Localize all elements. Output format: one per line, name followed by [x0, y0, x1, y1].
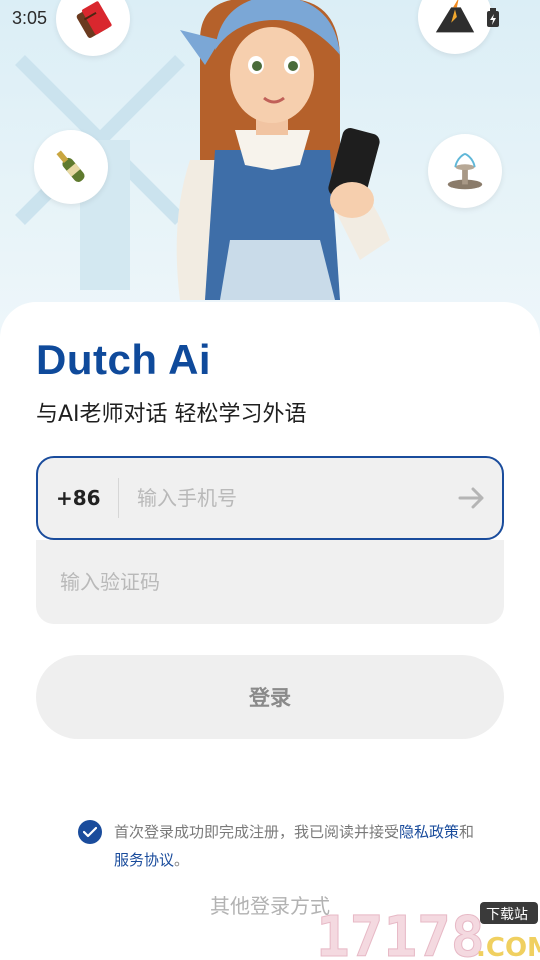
watermark-domain: .COM	[476, 933, 540, 960]
teacher-avatar-illustration	[176, 0, 390, 300]
service-agreement-link[interactable]: 服务协议	[114, 851, 174, 869]
arrow-right-icon	[458, 487, 484, 509]
volcano-icon	[418, 0, 492, 54]
watermark-number: 17178	[316, 905, 485, 960]
phone-field-group: +86	[36, 456, 504, 540]
app-title: Dutch Ai	[36, 336, 212, 383]
status-time: 3:05	[12, 8, 48, 28]
agreement-suffix: 。	[174, 851, 190, 869]
battery-charging-icon	[487, 8, 499, 27]
verification-code-input[interactable]	[36, 540, 504, 624]
login-button[interactable]: 登录	[36, 655, 504, 739]
next-arrow-button[interactable]	[442, 486, 502, 510]
agreement-text: 首次登录成功即完成注册，我已阅读并接受隐私政策和服务协议。	[114, 818, 484, 874]
agreement-prefix: 首次登录成功即完成注册，我已阅读并接受	[114, 823, 400, 841]
agreement-and: 和	[459, 823, 475, 841]
country-code-selector[interactable]: +86	[38, 486, 118, 510]
code-field-group	[36, 540, 504, 624]
watermark-tag: 下载站	[486, 907, 528, 923]
privacy-policy-link[interactable]: 隐私政策	[399, 823, 459, 841]
fountain-icon	[428, 134, 502, 208]
champagne-icon	[34, 130, 108, 204]
phone-input[interactable]	[119, 458, 442, 538]
check-icon	[83, 826, 97, 838]
watermark-logo: 17178 下载站 .COM	[316, 902, 540, 960]
hero-illustration	[0, 0, 540, 340]
app-tagline: 与AI老师对话 轻松学习外语	[36, 402, 307, 427]
agreement-checkbox[interactable]	[78, 820, 102, 844]
